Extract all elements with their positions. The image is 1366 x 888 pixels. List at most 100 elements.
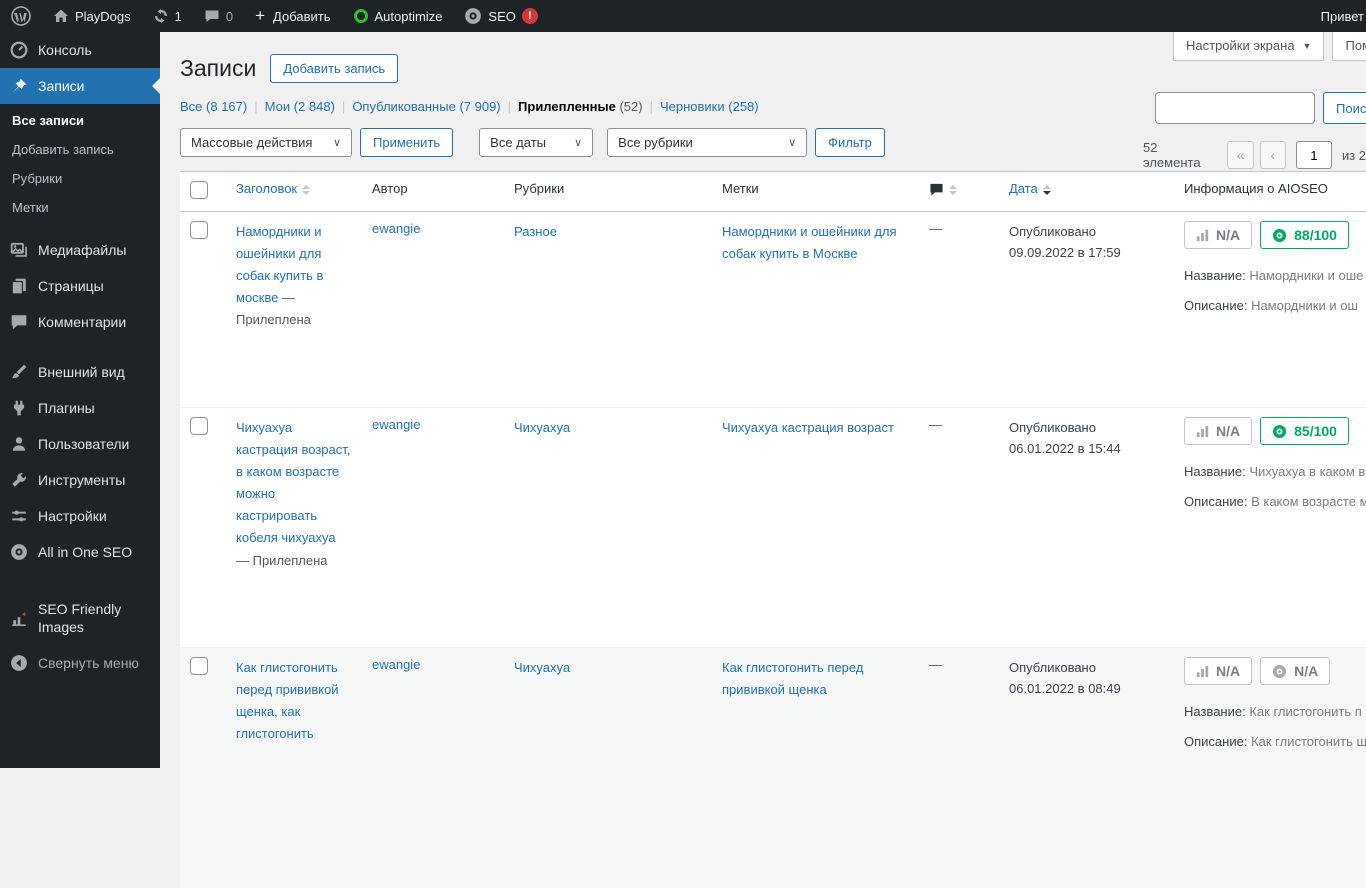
- column-header-aioseo: Информация о AIOSEO: [1174, 172, 1366, 212]
- sidebar-item-dashboard[interactable]: Консоль: [0, 32, 160, 68]
- new-content-label: Добавить: [273, 9, 330, 24]
- sort-arrows-icon: [949, 185, 957, 195]
- seo-name-value: Как глистогонить п: [1249, 704, 1361, 719]
- category-link[interactable]: Разное: [514, 224, 557, 239]
- prev-page-button[interactable]: ‹: [1260, 141, 1286, 169]
- updates-icon: [153, 8, 169, 24]
- category-link[interactable]: Чихуахуа: [514, 660, 570, 675]
- caret-down-icon: ▼: [1303, 41, 1312, 51]
- menu-label: Инструменты: [38, 472, 125, 488]
- pagination: 52 элемента « ‹ из 2: [1143, 140, 1366, 170]
- filter-published[interactable]: Опубликованные (7 909): [352, 99, 500, 114]
- truseo-score-icon: [1196, 229, 1209, 242]
- sidebar-item-posts[interactable]: Записи: [0, 68, 160, 104]
- truseo-score-badge[interactable]: N/A: [1184, 657, 1252, 685]
- add-post-button[interactable]: Добавить запись: [270, 54, 398, 83]
- filter-all[interactable]: Все (8 167): [180, 99, 247, 114]
- sidebar-item-aioseo[interactable]: All in One SEO: [0, 534, 160, 570]
- search-input[interactable]: [1155, 92, 1315, 124]
- post-date: 09.09.2022 в 17:59: [1009, 242, 1164, 263]
- row-checkbox[interactable]: [190, 221, 208, 239]
- seo-description-label: Описание:: [1184, 734, 1247, 749]
- aioseo-score-badge[interactable]: 88/100: [1260, 221, 1349, 249]
- aioseo-score-badge[interactable]: 85/100: [1260, 417, 1349, 445]
- truseo-score-badge[interactable]: N/A: [1184, 221, 1252, 249]
- comments-count: 0: [226, 9, 233, 24]
- filter-drafts[interactable]: Черновики (258): [660, 99, 759, 114]
- aioseo-gear-icon: [1272, 424, 1287, 439]
- filter-sticky[interactable]: Прилепленные (52): [518, 99, 643, 114]
- comment-bubble-icon: [204, 8, 220, 24]
- help-button[interactable]: Помощь ▼: [1332, 32, 1366, 61]
- adminbar-comments[interactable]: 0: [193, 0, 244, 32]
- sort-arrows-icon: [302, 185, 310, 195]
- adminbar-site-name[interactable]: PlayDogs: [42, 0, 142, 32]
- wordpress-logo[interactable]: [0, 0, 42, 32]
- category-link[interactable]: Чихуахуа: [514, 420, 570, 435]
- submenu-add-post[interactable]: Добавить запись: [0, 135, 160, 164]
- tags-link[interactable]: Намордники и ошейники для собак купить в…: [722, 224, 897, 261]
- sidebar-item-users[interactable]: Пользователи: [0, 426, 160, 462]
- current-page-input[interactable]: [1296, 141, 1332, 169]
- apply-button[interactable]: Применить: [360, 128, 453, 157]
- bulk-actions-select[interactable]: Массовые действия ∨: [180, 128, 352, 157]
- author-link[interactable]: ewangie: [372, 417, 420, 432]
- adminbar-new-content[interactable]: + Добавить: [244, 0, 341, 32]
- sidebar-item-tools[interactable]: Инструменты: [0, 462, 160, 498]
- post-date: 06.01.2022 в 15:44: [1009, 438, 1164, 459]
- site-name-label: PlayDogs: [75, 9, 131, 24]
- sidebar-item-seo-friendly-images[interactable]: SEO Friendly Images: [0, 592, 160, 645]
- post-title-link[interactable]: Чихуахуа кастрация возраст, в каком возр…: [236, 420, 350, 545]
- column-header-title[interactable]: Заголовок: [226, 172, 362, 212]
- select-all-checkbox[interactable]: [190, 181, 208, 199]
- chevron-down-icon: ∨: [323, 136, 341, 149]
- aioseo-score-badge[interactable]: N/A: [1260, 657, 1330, 685]
- row-checkbox[interactable]: [190, 417, 208, 435]
- page-title: Записи: [180, 55, 256, 82]
- chevron-down-icon: ∨: [564, 136, 582, 149]
- search-button[interactable]: Поиск: [1323, 92, 1366, 124]
- first-page-button[interactable]: «: [1227, 141, 1253, 169]
- filter-button[interactable]: Фильтр: [815, 128, 885, 157]
- sidebar-item-settings[interactable]: Настройки: [0, 498, 160, 534]
- adminbar-autoptimize[interactable]: Autoptimize: [342, 0, 454, 32]
- adminbar-greeting[interactable]: Привет: [1321, 0, 1366, 32]
- truseo-score-badge[interactable]: N/A: [1184, 417, 1252, 445]
- row-checkbox[interactable]: [190, 657, 208, 675]
- truseo-score-icon: [1196, 425, 1209, 438]
- screen-options-button[interactable]: Настройки экрана ▼: [1173, 32, 1324, 61]
- chart-icon: [10, 610, 28, 628]
- post-title-link[interactable]: Как глистогонить перед прививкой щенка, …: [236, 660, 339, 741]
- sidebar-item-media[interactable]: Медиафайлы: [0, 232, 160, 268]
- submenu-tags[interactable]: Метки: [0, 193, 160, 222]
- filter-mine[interactable]: Мои (2 848): [265, 99, 335, 114]
- dates-filter-select[interactable]: Все даты ∨: [479, 128, 593, 157]
- autoptimize-icon: [353, 8, 369, 24]
- adminbar-seo[interactable]: SEO !: [453, 0, 548, 32]
- tags-link[interactable]: Чихуахуа кастрация возраст: [722, 420, 894, 435]
- post-title-link[interactable]: Намордники и ошейники для собак купить в…: [236, 224, 323, 305]
- column-header-comments[interactable]: [919, 172, 999, 212]
- screen-meta-links: Настройки экрана ▼ Помощь ▼: [1173, 32, 1366, 61]
- user-icon: [10, 435, 28, 453]
- sidebar-item-pages[interactable]: Страницы: [0, 268, 160, 304]
- filter-separator: |: [247, 99, 264, 114]
- sidebar-item-appearance[interactable]: Внешний вид: [0, 354, 160, 390]
- adminbar-updates[interactable]: 1: [142, 0, 193, 32]
- menu-label: All in One SEO: [38, 544, 132, 560]
- tags-link[interactable]: Как глистогонить перед прививкой щенка: [722, 660, 863, 697]
- submenu-categories[interactable]: Рубрики: [0, 164, 160, 193]
- column-header-date[interactable]: Дата: [999, 172, 1174, 212]
- seo-name-label: Название:: [1184, 704, 1246, 719]
- main-content: Настройки экрана ▼ Помощь ▼ Записи Добав…: [160, 32, 1366, 768]
- author-link[interactable]: ewangie: [372, 221, 420, 236]
- column-header-categories: Рубрики: [504, 172, 712, 212]
- author-link[interactable]: ewangie: [372, 657, 420, 672]
- submenu-all-posts[interactable]: Все записи: [0, 106, 160, 135]
- sidebar-item-comments[interactable]: Комментарии: [0, 304, 160, 340]
- sidebar-item-plugins[interactable]: Плагины: [0, 390, 160, 426]
- home-icon: [53, 8, 69, 24]
- categories-filter-select[interactable]: Все рубрики ∨: [607, 128, 807, 157]
- sidebar-collapse-menu[interactable]: Свернуть меню: [0, 645, 160, 681]
- seo-alert-badge: !: [522, 8, 538, 24]
